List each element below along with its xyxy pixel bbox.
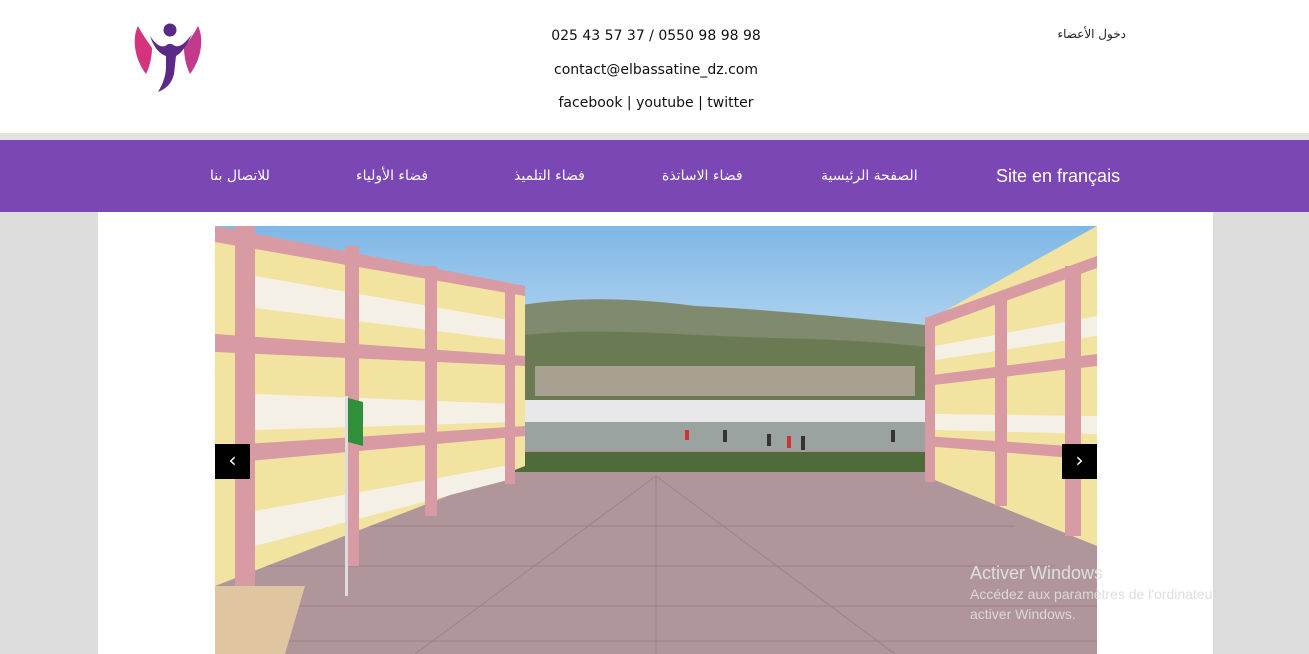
- chevron-left-icon: ‹: [228, 448, 237, 472]
- person-arms-up-logo-icon: [134, 23, 202, 92]
- slider-next-button[interactable]: ›: [1062, 444, 1097, 479]
- image-slider[interactable]: [215, 226, 1097, 654]
- social-separator: |: [626, 95, 632, 111]
- chevron-right-icon: ›: [1075, 448, 1084, 472]
- nav-teachers-space[interactable]: فضاء الاساتذة: [662, 140, 743, 212]
- slider-prev-button[interactable]: ‹: [215, 444, 250, 479]
- contact-block: 025 43 57 37 / 0550 98 98 98 contact@elb…: [506, 24, 806, 125]
- main-nav: للاتصال بنا فضاء الأولياء فضاء التلميذ ف…: [0, 140, 1309, 212]
- site-header: 025 43 57 37 / 0550 98 98 98 contact@elb…: [0, 0, 1309, 133]
- member-login-link[interactable]: دخول الأعضاء: [1057, 27, 1126, 41]
- watermark-title: Activer Windows: [970, 563, 1104, 583]
- watermark-line-2: activer Windows.: [970, 606, 1076, 622]
- facebook-link[interactable]: facebook: [559, 95, 623, 111]
- phone-numbers: 025 43 57 37 / 0550 98 98 98: [551, 28, 761, 44]
- windows-activation-watermark: Activer Windows Accédez aux paramètres d…: [970, 562, 1249, 624]
- nav-student-space[interactable]: فضاء التلميذ: [514, 140, 585, 212]
- header-divider: [0, 133, 1309, 140]
- watermark-line-1: Accédez aux paramètres de l'ordinateur p…: [970, 586, 1249, 602]
- social-separator: |: [698, 95, 703, 111]
- nav-contact-us[interactable]: للاتصال بنا: [210, 140, 270, 212]
- email-address[interactable]: contact@elbassatine_dz.com: [506, 58, 806, 92]
- site-logo[interactable]: [130, 18, 206, 96]
- nav-french-site[interactable]: Site en français: [996, 140, 1120, 212]
- school-courtyard-photo: [215, 226, 1097, 654]
- page: 025 43 57 37 / 0550 98 98 98 contact@elb…: [0, 0, 1309, 654]
- social-links: facebook | youtube | twitter: [506, 91, 806, 125]
- nav-home[interactable]: الصفحة الرئيسية: [821, 140, 918, 212]
- youtube-link[interactable]: youtube: [636, 95, 694, 111]
- twitter-link[interactable]: twitter: [707, 95, 753, 111]
- nav-parents-space[interactable]: فضاء الأولياء: [356, 140, 428, 212]
